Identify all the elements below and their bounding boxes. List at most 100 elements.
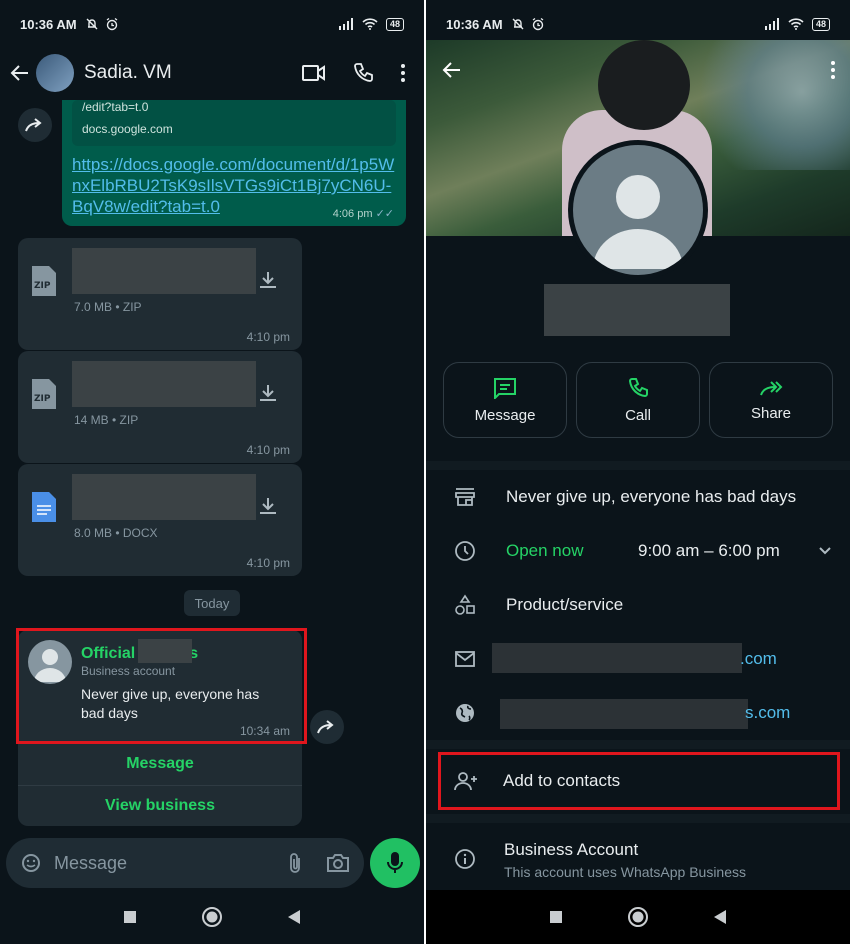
zip-file-icon: ZIP: [32, 266, 56, 296]
download-icon[interactable]: [258, 270, 278, 290]
website-suffix[interactable]: s.com: [745, 703, 790, 723]
share-action-button[interactable]: Share: [709, 362, 833, 438]
forward-icon: [25, 118, 42, 132]
battery-indicator: 48: [811, 17, 830, 31]
svg-text:ZIP: ZIP: [34, 281, 51, 291]
video-call-icon[interactable]: [302, 63, 326, 83]
message-input[interactable]: Message: [6, 838, 364, 888]
svg-text:ZIP: ZIP: [34, 394, 51, 404]
share-icon: [760, 380, 783, 395]
email-suffix[interactable]: .com: [740, 649, 777, 669]
category-shapes-icon: [455, 594, 475, 615]
default-avatar-icon: [593, 175, 683, 269]
business-name-redacted: [544, 284, 730, 336]
file-meta: 7.0 MB • ZIP: [74, 300, 142, 314]
share-action-label: Share: [750, 404, 792, 422]
message-icon: [494, 377, 516, 399]
battery-indicator: 48: [385, 17, 404, 31]
message-time: 4:10 pm: [246, 330, 290, 344]
compose-bar: Message: [0, 836, 424, 890]
recents-icon[interactable]: [123, 910, 137, 924]
clock-icon: [455, 541, 475, 561]
sticker-icon[interactable]: [20, 852, 42, 874]
signal-icon: [338, 18, 353, 30]
file-meta: 8.0 MB • DOCX: [74, 526, 158, 540]
message-time: 4:06 pm ✓✓: [332, 208, 394, 220]
home-icon[interactable]: [201, 906, 223, 928]
call-action-button[interactable]: Call: [576, 362, 700, 438]
file-message[interactable]: ZIP 14 MB • ZIP 4:10 pm: [18, 351, 302, 463]
category-row: Product/service: [426, 585, 850, 625]
home-icon[interactable]: [627, 906, 649, 928]
category-text: Product/service: [506, 595, 624, 614]
link-preview[interactable]: /edit?tab=t.0 docs.google.com: [72, 100, 396, 146]
avatar[interactable]: [36, 54, 74, 92]
view-business-button[interactable]: View business: [18, 785, 302, 826]
email-redacted: [492, 643, 742, 673]
file-message[interactable]: ZIP 7.0 MB • ZIP 4:10 pm: [18, 238, 302, 350]
chat-screen: 10:36 AM 48 Sadia. VM /edit?tab=t.0 docs…: [0, 0, 424, 944]
download-icon[interactable]: [258, 496, 278, 516]
about-text: Never give up, everyone has bad days: [506, 487, 797, 506]
link-preview-domain: docs.google.com: [82, 122, 173, 136]
alarm-icon: [532, 17, 543, 31]
divider: [426, 461, 850, 470]
contact-message-button[interactable]: Message: [18, 743, 302, 784]
voice-message-button[interactable]: [370, 838, 420, 888]
message-placeholder: Message: [54, 852, 128, 873]
back-nav-icon[interactable]: [713, 909, 727, 925]
chat-header: Sadia. VM: [0, 48, 424, 98]
globe-icon: [456, 704, 474, 722]
profile-avatar[interactable]: [568, 140, 708, 280]
forward-button[interactable]: [18, 108, 52, 142]
status-time: 10:36 AM: [20, 16, 77, 32]
back-arrow-icon[interactable]: [8, 61, 32, 85]
file-message[interactable]: 8.0 MB • DOCX 4:10 pm: [18, 464, 302, 576]
back-arrow-icon[interactable]: [440, 58, 464, 82]
business-hours-row[interactable]: Open now 9:00 am – 6:00 pm: [426, 531, 850, 571]
document-file-icon: [32, 492, 56, 522]
microphone-icon: [387, 852, 403, 873]
website-row[interactable]: s.com: [426, 693, 850, 733]
email-row[interactable]: .com: [426, 639, 850, 679]
forward-icon: [317, 720, 334, 734]
message-action-button[interactable]: Message: [443, 362, 567, 438]
open-status: Open now: [506, 541, 584, 560]
back-nav-icon[interactable]: [287, 909, 301, 925]
message-time: 4:10 pm: [246, 443, 290, 457]
info-icon: [455, 849, 475, 869]
website-redacted: [500, 699, 748, 729]
message-time: 4:10 pm: [246, 556, 290, 570]
about-row: Never give up, everyone has bad days: [426, 477, 850, 517]
mute-notification-icon: [512, 18, 524, 30]
voice-call-icon[interactable]: [352, 62, 374, 84]
status-bar: 10:36 AM 48: [0, 0, 424, 48]
more-options-icon[interactable]: [400, 62, 406, 84]
forward-button[interactable]: [310, 710, 344, 744]
more-options-icon[interactable]: [830, 59, 836, 81]
system-nav-bar: [0, 890, 424, 944]
download-icon[interactable]: [258, 383, 278, 403]
link-preview-path: /edit?tab=t.0: [82, 100, 149, 114]
wifi-icon: [362, 18, 378, 30]
signal-icon: [764, 18, 779, 30]
chevron-down-icon[interactable]: [818, 546, 832, 556]
phone-icon: [628, 377, 648, 397]
wifi-icon: [788, 18, 804, 30]
hours-range: 9:00 am – 6:00 pm: [638, 541, 780, 560]
highlight-box: [438, 752, 840, 810]
file-name-redacted: [72, 361, 256, 407]
chat-title[interactable]: Sadia. VM: [84, 62, 172, 84]
recents-icon[interactable]: [549, 910, 563, 924]
divider: [426, 814, 850, 823]
file-name-redacted: [72, 474, 256, 520]
outgoing-link-message[interactable]: /edit?tab=t.0 docs.google.com https://do…: [62, 100, 406, 226]
zip-file-icon: ZIP: [32, 379, 56, 409]
call-action-label: Call: [625, 406, 651, 424]
store-icon: [455, 488, 475, 506]
divider: [426, 740, 850, 749]
camera-icon[interactable]: [326, 853, 350, 873]
file-name-redacted: [72, 248, 256, 294]
attach-icon[interactable]: [288, 852, 302, 874]
email-icon: [455, 651, 475, 667]
